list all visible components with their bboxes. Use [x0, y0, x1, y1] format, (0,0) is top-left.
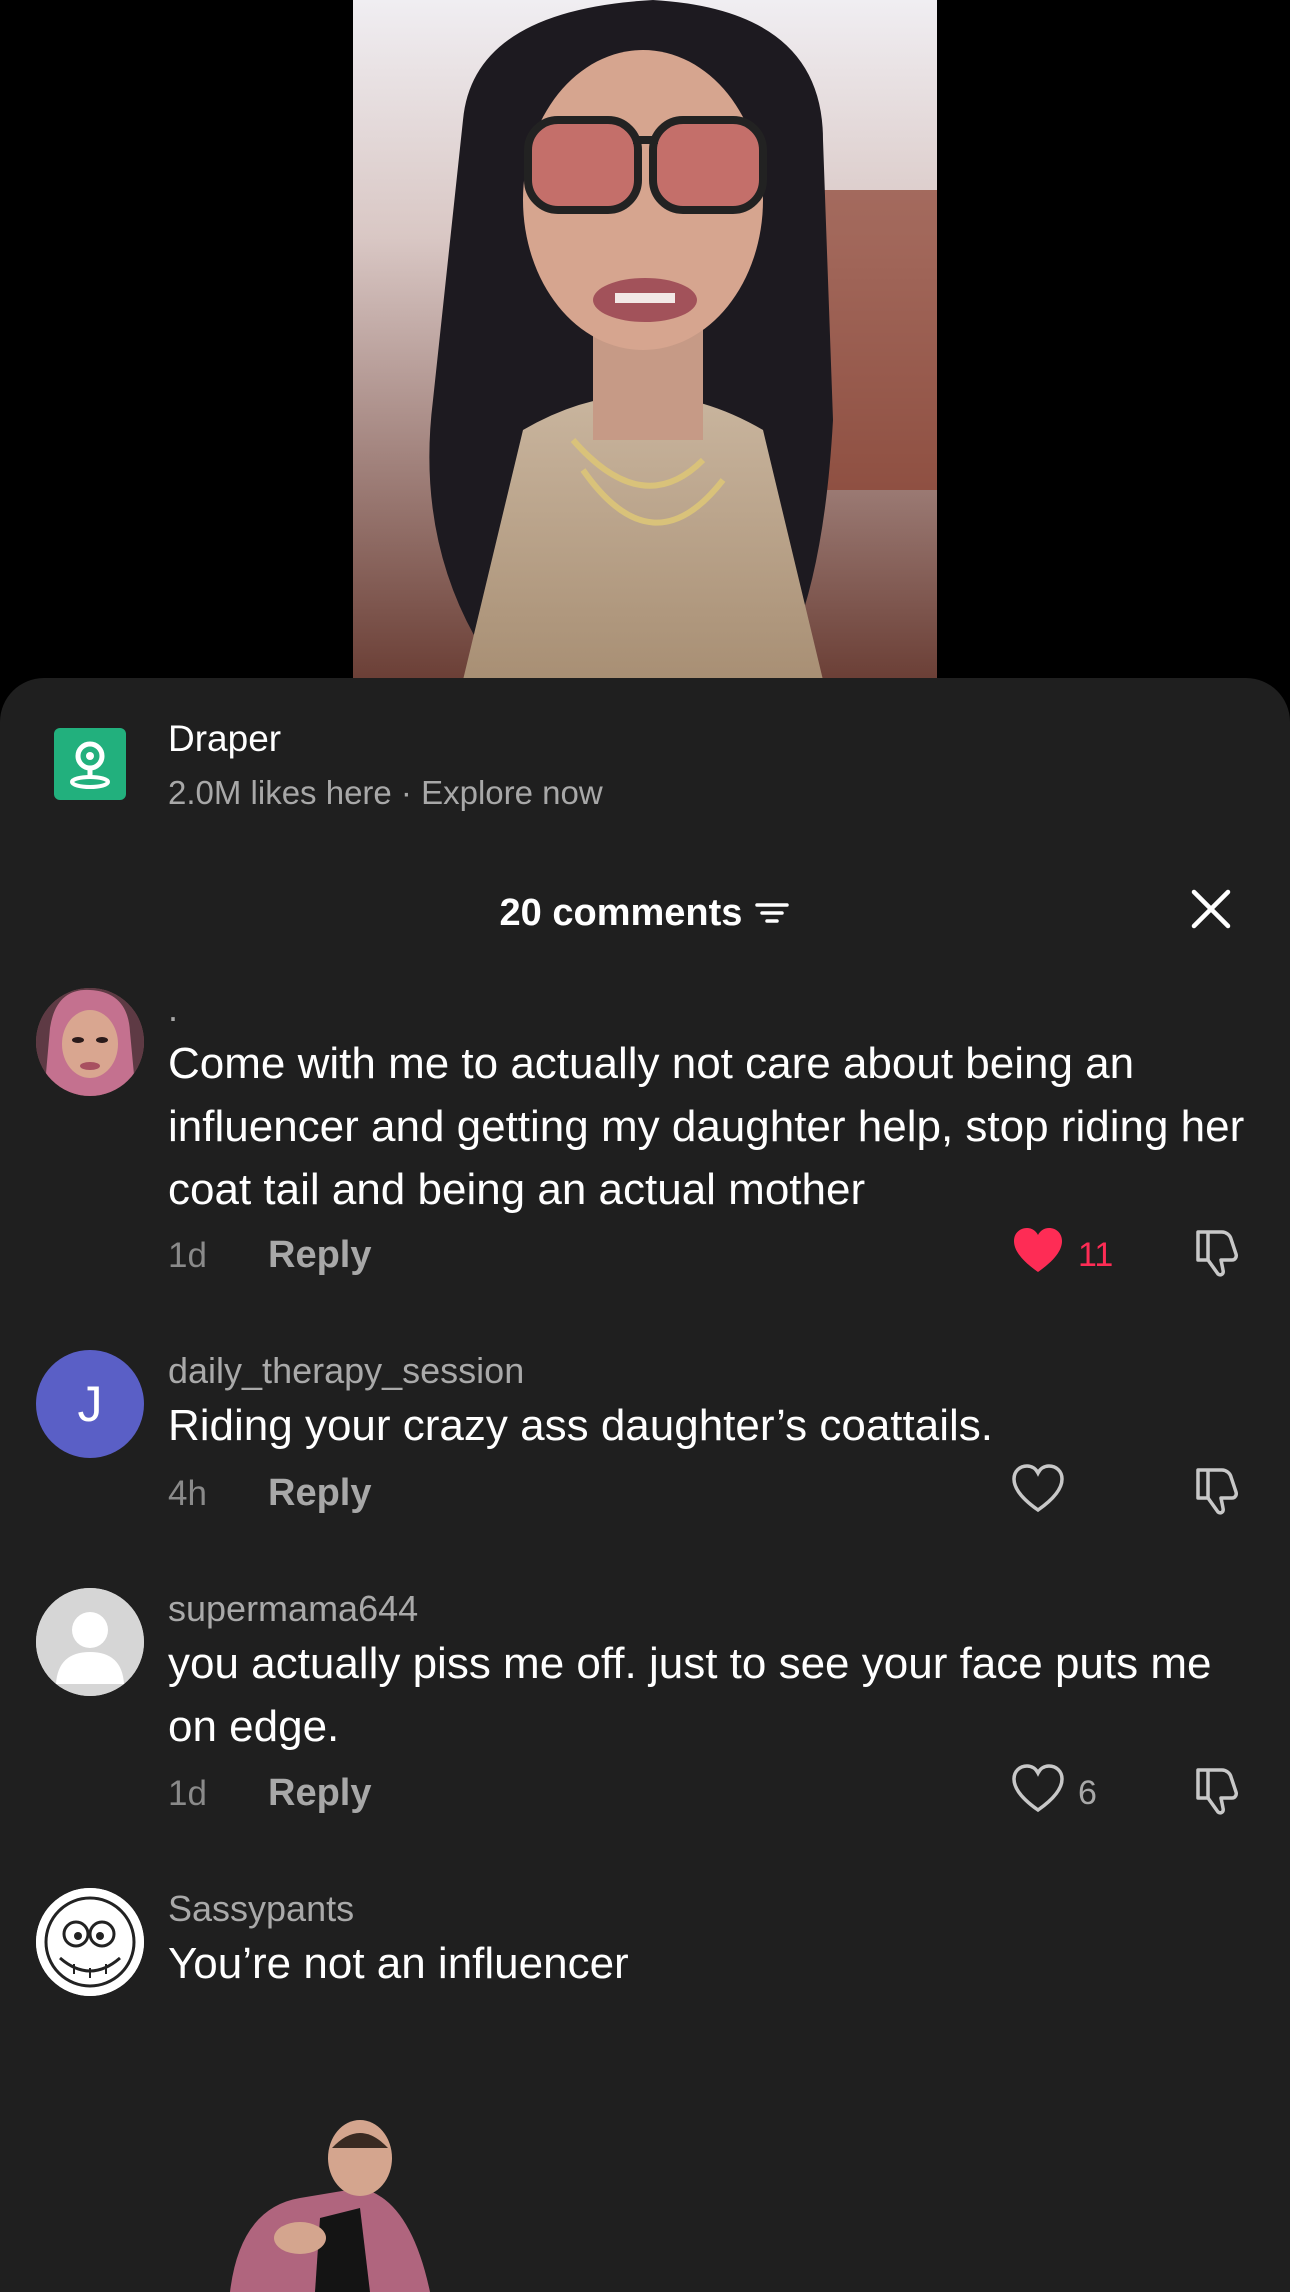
comment-text: Riding your crazy ass daughter’s coattai… — [168, 1401, 993, 1450]
video-frame — [353, 0, 937, 680]
reply-button[interactable]: Reply — [268, 1472, 371, 1515]
avatar[interactable]: J — [36, 1350, 144, 1458]
comment-time: 4h — [168, 1474, 207, 1513]
location-title[interactable]: Draper — [168, 718, 281, 760]
comments-header: 20 comments — [0, 878, 1290, 948]
dislike-icon[interactable] — [1190, 1224, 1246, 1280]
comment-text: Come with me to actually not care about … — [168, 1039, 1245, 1214]
heart-icon[interactable] — [1010, 1224, 1066, 1280]
like-count: 11 — [1078, 1236, 1114, 1274]
comment-username[interactable]: daily_therapy_session — [168, 1350, 524, 1392]
comments-sheet: Draper 2.0M likes here · Explore now 20 … — [0, 678, 1290, 2292]
location-subtitle[interactable]: 2.0M likes here · Explore now — [168, 774, 603, 812]
dislike-icon[interactable] — [1190, 1762, 1246, 1818]
reply-button[interactable]: Reply — [268, 1234, 371, 1277]
comment-count: 20 comments — [499, 891, 743, 934]
reply-button[interactable]: Reply — [268, 1772, 371, 1815]
comment-text: you actually piss me off. just to see yo… — [168, 1639, 1212, 1751]
heart-icon[interactable] — [1010, 1762, 1066, 1818]
default-avatar-icon — [36, 1588, 144, 1696]
close-icon[interactable] — [1188, 886, 1234, 932]
comment-username[interactable]: supermama644 — [168, 1588, 418, 1630]
video-area[interactable] — [0, 0, 1290, 700]
like-count: 6 — [1078, 1774, 1097, 1812]
explore-link[interactable]: Explore now — [421, 774, 603, 811]
comment-username[interactable]: Sassypants — [168, 1888, 354, 1930]
location-separator: · — [391, 774, 422, 811]
video-player[interactable] — [353, 0, 937, 680]
avatar[interactable] — [36, 988, 144, 1096]
gif-sticker[interactable] — [210, 2118, 490, 2292]
location-likes: 2.0M likes here — [168, 774, 392, 811]
avatar[interactable] — [36, 1888, 144, 1996]
dislike-icon[interactable] — [1190, 1462, 1246, 1518]
heart-icon[interactable] — [1010, 1462, 1066, 1518]
comment-time: 1d — [168, 1236, 207, 1275]
comment-username[interactable]: . — [168, 988, 178, 1030]
location-pin-icon — [54, 728, 126, 800]
cartoon-face-avatar — [36, 1888, 144, 1996]
location-banner[interactable]: Draper 2.0M likes here · Explore now — [0, 678, 1290, 828]
comment-time: 1d — [168, 1774, 207, 1813]
avatar[interactable] — [36, 1588, 144, 1696]
sort-icon[interactable] — [754, 895, 790, 931]
comment-text: You’re not an influencer — [168, 1939, 629, 1988]
